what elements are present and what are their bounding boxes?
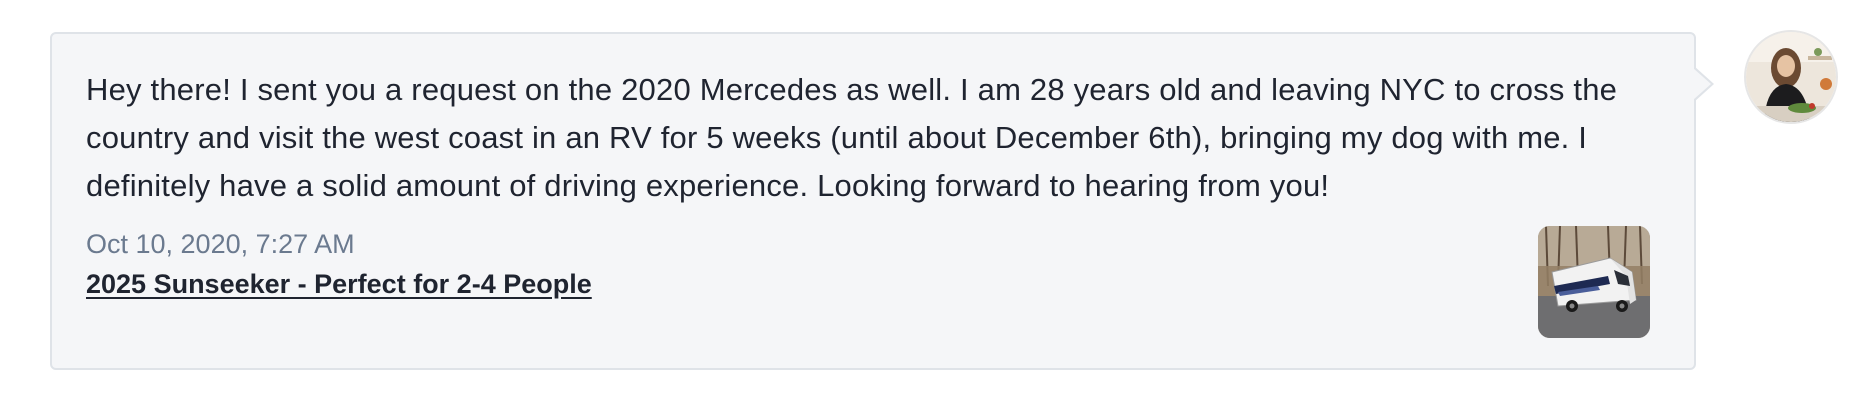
- message-timestamp: Oct 10, 2020, 7:27 AM: [86, 229, 355, 259]
- bubble-tail-fill: [1693, 68, 1711, 100]
- message-text: Hey there! I sent you a request on the 2…: [86, 72, 1618, 203]
- rv-photo-icon: [1538, 226, 1650, 338]
- rv-thumbnail-image[interactable]: [1538, 226, 1650, 338]
- listing-link[interactable]: 2025 Sunseeker - Perfect for 2-4 People: [86, 266, 592, 302]
- user-avatar-photo-icon: [1746, 32, 1836, 122]
- message-bubble: Hey there! I sent you a request on the 2…: [50, 32, 1696, 370]
- message-thread: Hey there! I sent you a request on the 2…: [0, 0, 1858, 400]
- sender-avatar[interactable]: [1744, 30, 1838, 124]
